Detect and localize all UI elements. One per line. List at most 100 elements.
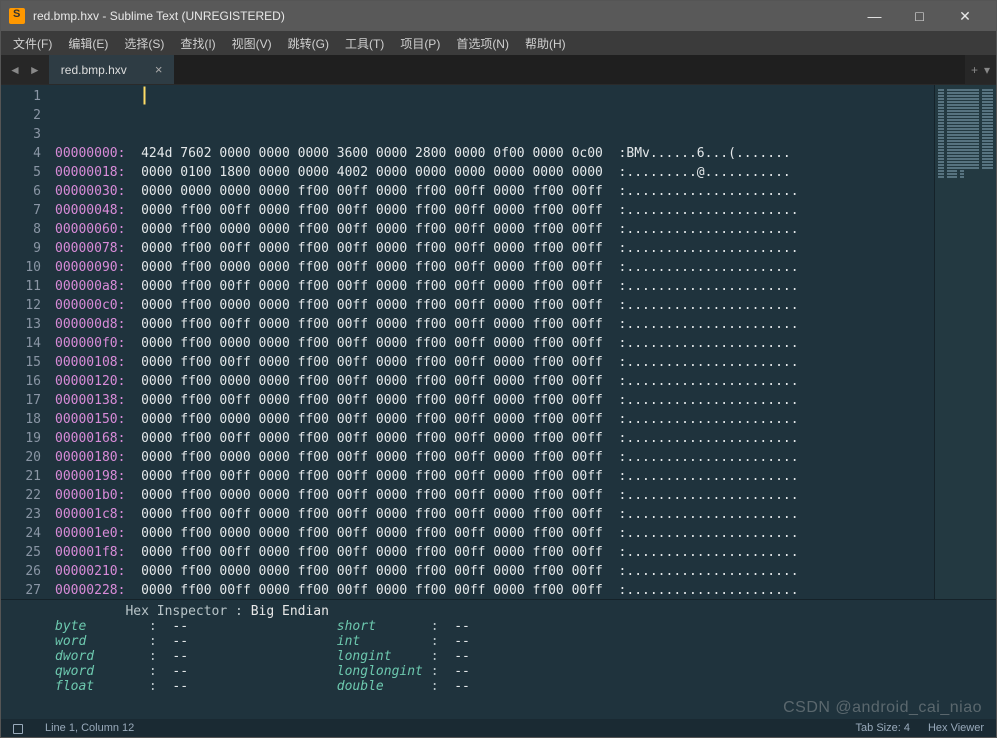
new-tab-button[interactable]: + bbox=[971, 63, 978, 77]
menu-item-2[interactable]: 选择(S) bbox=[116, 32, 172, 55]
nav-forward-button[interactable]: ► bbox=[25, 63, 45, 77]
menu-item-6[interactable]: 工具(T) bbox=[337, 32, 392, 55]
hex-bytes: 0000 ff00 0000 0000 ff00 00ff 0000 ff00 … bbox=[125, 412, 602, 427]
line-number: 3 bbox=[1, 125, 41, 144]
close-button[interactable]: ✕ bbox=[942, 1, 988, 31]
hex-ascii: :...................... bbox=[603, 241, 799, 256]
line-number: 15 bbox=[1, 353, 41, 372]
minimap[interactable] bbox=[934, 85, 996, 599]
hex-bytes: 0000 ff00 0000 0000 ff00 00ff 0000 ff00 … bbox=[125, 260, 602, 275]
menu-item-1[interactable]: 编辑(E) bbox=[60, 32, 116, 55]
hex-address: 00000018: bbox=[55, 165, 125, 180]
hex-row[interactable]: 000000f0: 0000 ff00 0000 0000 ff00 00ff … bbox=[55, 334, 934, 353]
hex-bytes: 0000 ff00 00ff 0000 ff00 00ff 0000 ff00 … bbox=[125, 469, 602, 484]
hex-ascii: :...................... bbox=[603, 469, 799, 484]
editor[interactable]: 1234567891011121314151617181920212223242… bbox=[1, 85, 996, 599]
line-gutter: 1234567891011121314151617181920212223242… bbox=[1, 85, 49, 599]
line-number: 23 bbox=[1, 505, 41, 524]
hex-row[interactable]: 00000120: 0000 ff00 0000 0000 ff00 00ff … bbox=[55, 372, 934, 391]
titlebar[interactable]: red.bmp.hxv - Sublime Text (UNREGISTERED… bbox=[1, 1, 996, 31]
maximize-button[interactable]: □ bbox=[897, 1, 942, 31]
hex-bytes: 0000 ff00 0000 0000 ff00 00ff 0000 ff00 … bbox=[125, 374, 602, 389]
hex-ascii: :...................... bbox=[603, 507, 799, 522]
line-number: 12 bbox=[1, 296, 41, 315]
status-position[interactable]: Line 1, Column 12 bbox=[45, 722, 134, 734]
menu-item-4[interactable]: 视图(V) bbox=[224, 32, 280, 55]
line-number: 20 bbox=[1, 448, 41, 467]
line-number: 10 bbox=[1, 258, 41, 277]
status-syntax[interactable]: Hex Viewer bbox=[928, 722, 984, 734]
line-number: 27 bbox=[1, 581, 41, 599]
line-number: 13 bbox=[1, 315, 41, 334]
hex-bytes: 0000 0000 0000 0000 ff00 00ff 0000 ff00 … bbox=[125, 184, 602, 199]
hex-row[interactable]: 000000c0: 0000 ff00 0000 0000 ff00 00ff … bbox=[55, 296, 934, 315]
hex-row[interactable]: 000001e0: 0000 ff00 0000 0000 ff00 00ff … bbox=[55, 524, 934, 543]
hex-row[interactable]: 00000018: 0000 0100 1800 0000 0000 4002 … bbox=[55, 163, 934, 182]
hex-ascii: :BMv......6...(....... bbox=[603, 146, 791, 161]
status-tabsize[interactable]: Tab Size: 4 bbox=[856, 722, 910, 734]
hex-row[interactable]: 00000150: 0000 ff00 0000 0000 ff00 00ff … bbox=[55, 410, 934, 429]
hex-ascii: :...................... bbox=[603, 431, 799, 446]
menu-item-3[interactable]: 查找(I) bbox=[172, 32, 223, 55]
hex-bytes: 0000 ff00 0000 0000 ff00 00ff 0000 ff00 … bbox=[125, 222, 602, 237]
hex-bytes: 0000 ff00 0000 0000 ff00 00ff 0000 ff00 … bbox=[125, 564, 602, 579]
menu-item-9[interactable]: 帮助(H) bbox=[517, 32, 574, 55]
hex-row[interactable]: 00000108: 0000 ff00 00ff 0000 ff00 00ff … bbox=[55, 353, 934, 372]
menu-item-0[interactable]: 文件(F) bbox=[5, 32, 60, 55]
hex-row[interactable]: 000000d8: 0000 ff00 00ff 0000 ff00 00ff … bbox=[55, 315, 934, 334]
hex-bytes: 0000 ff00 00ff 0000 ff00 00ff 0000 ff00 … bbox=[125, 203, 602, 218]
minimize-button[interactable]: — bbox=[852, 1, 897, 31]
hex-row[interactable]: 00000060: 0000 ff00 0000 0000 ff00 00ff … bbox=[55, 220, 934, 239]
hex-row[interactable]: 00000000: 424d 7602 0000 0000 0000 3600 … bbox=[55, 144, 934, 163]
hex-row[interactable]: 00000030: 0000 0000 0000 0000 ff00 00ff … bbox=[55, 182, 934, 201]
line-number: 11 bbox=[1, 277, 41, 296]
hex-row[interactable]: 000001b0: 0000 ff00 0000 0000 ff00 00ff … bbox=[55, 486, 934, 505]
line-number: 8 bbox=[1, 220, 41, 239]
line-number: 16 bbox=[1, 372, 41, 391]
menu-item-5[interactable]: 跳转(G) bbox=[280, 32, 337, 55]
hex-ascii: :...................... bbox=[603, 336, 799, 351]
nav-back-button[interactable]: ◄ bbox=[5, 63, 25, 77]
hex-row[interactable]: 00000138: 0000 ff00 00ff 0000 ff00 00ff … bbox=[55, 391, 934, 410]
hex-row[interactable]: 00000168: 0000 ff00 00ff 0000 ff00 00ff … bbox=[55, 429, 934, 448]
tab-close-icon[interactable]: × bbox=[155, 62, 163, 77]
tab-active[interactable]: red.bmp.hxv × bbox=[49, 55, 175, 84]
status-icon bbox=[13, 724, 23, 734]
hex-ascii: :...................... bbox=[603, 355, 799, 370]
hex-row[interactable]: 00000210: 0000 ff00 0000 0000 ff00 00ff … bbox=[55, 562, 934, 581]
hex-address: 00000210: bbox=[55, 564, 125, 579]
line-number: 7 bbox=[1, 201, 41, 220]
hex-bytes: 0000 ff00 00ff 0000 ff00 00ff 0000 ff00 … bbox=[125, 583, 602, 598]
hex-row[interactable]: 00000078: 0000 ff00 00ff 0000 ff00 00ff … bbox=[55, 239, 934, 258]
hex-address: 00000078: bbox=[55, 241, 125, 256]
hex-row[interactable]: 000000a8: 0000 ff00 00ff 0000 ff00 00ff … bbox=[55, 277, 934, 296]
tab-overflow-button[interactable]: ▾ bbox=[984, 63, 990, 77]
hex-ascii: :...................... bbox=[603, 412, 799, 427]
line-number: 25 bbox=[1, 543, 41, 562]
statusbar: Line 1, Column 12 Tab Size: 4 Hex Viewer bbox=[1, 719, 996, 737]
hex-row[interactable]: 00000198: 0000 ff00 00ff 0000 ff00 00ff … bbox=[55, 467, 934, 486]
menu-item-8[interactable]: 首选项(N) bbox=[448, 32, 517, 55]
menu-item-7[interactable]: 项目(P) bbox=[392, 32, 448, 55]
tab-label: red.bmp.hxv bbox=[61, 63, 127, 77]
hex-bytes: 0000 ff00 0000 0000 ff00 00ff 0000 ff00 … bbox=[125, 298, 602, 313]
hex-row[interactable]: 00000180: 0000 ff00 0000 0000 ff00 00ff … bbox=[55, 448, 934, 467]
hex-address: 00000120: bbox=[55, 374, 125, 389]
hex-row[interactable]: 00000228: 0000 ff00 00ff 0000 ff00 00ff … bbox=[55, 581, 934, 599]
hex-address: 000000a8: bbox=[55, 279, 125, 294]
line-number: 9 bbox=[1, 239, 41, 258]
hex-bytes: 0000 ff00 00ff 0000 ff00 00ff 0000 ff00 … bbox=[125, 545, 602, 560]
editor-content[interactable]: 00000000: 424d 7602 0000 0000 0000 3600 … bbox=[49, 85, 934, 599]
hex-row[interactable]: 000001c8: 0000 ff00 00ff 0000 ff00 00ff … bbox=[55, 505, 934, 524]
hex-address: 000001c8: bbox=[55, 507, 125, 522]
hex-address: 00000108: bbox=[55, 355, 125, 370]
line-number: 4 bbox=[1, 144, 41, 163]
hex-address: 00000000: bbox=[55, 146, 125, 161]
hex-bytes: 0000 ff00 0000 0000 ff00 00ff 0000 ff00 … bbox=[125, 526, 602, 541]
hex-row[interactable]: 00000090: 0000 ff00 0000 0000 ff00 00ff … bbox=[55, 258, 934, 277]
hex-address: 000001f8: bbox=[55, 545, 125, 560]
hex-inspector-panel: Hex Inspector : Big Endian byte : -- sho… bbox=[1, 599, 996, 719]
hex-row[interactable]: 00000048: 0000 ff00 00ff 0000 ff00 00ff … bbox=[55, 201, 934, 220]
hex-row[interactable]: 000001f8: 0000 ff00 00ff 0000 ff00 00ff … bbox=[55, 543, 934, 562]
hex-address: 00000198: bbox=[55, 469, 125, 484]
